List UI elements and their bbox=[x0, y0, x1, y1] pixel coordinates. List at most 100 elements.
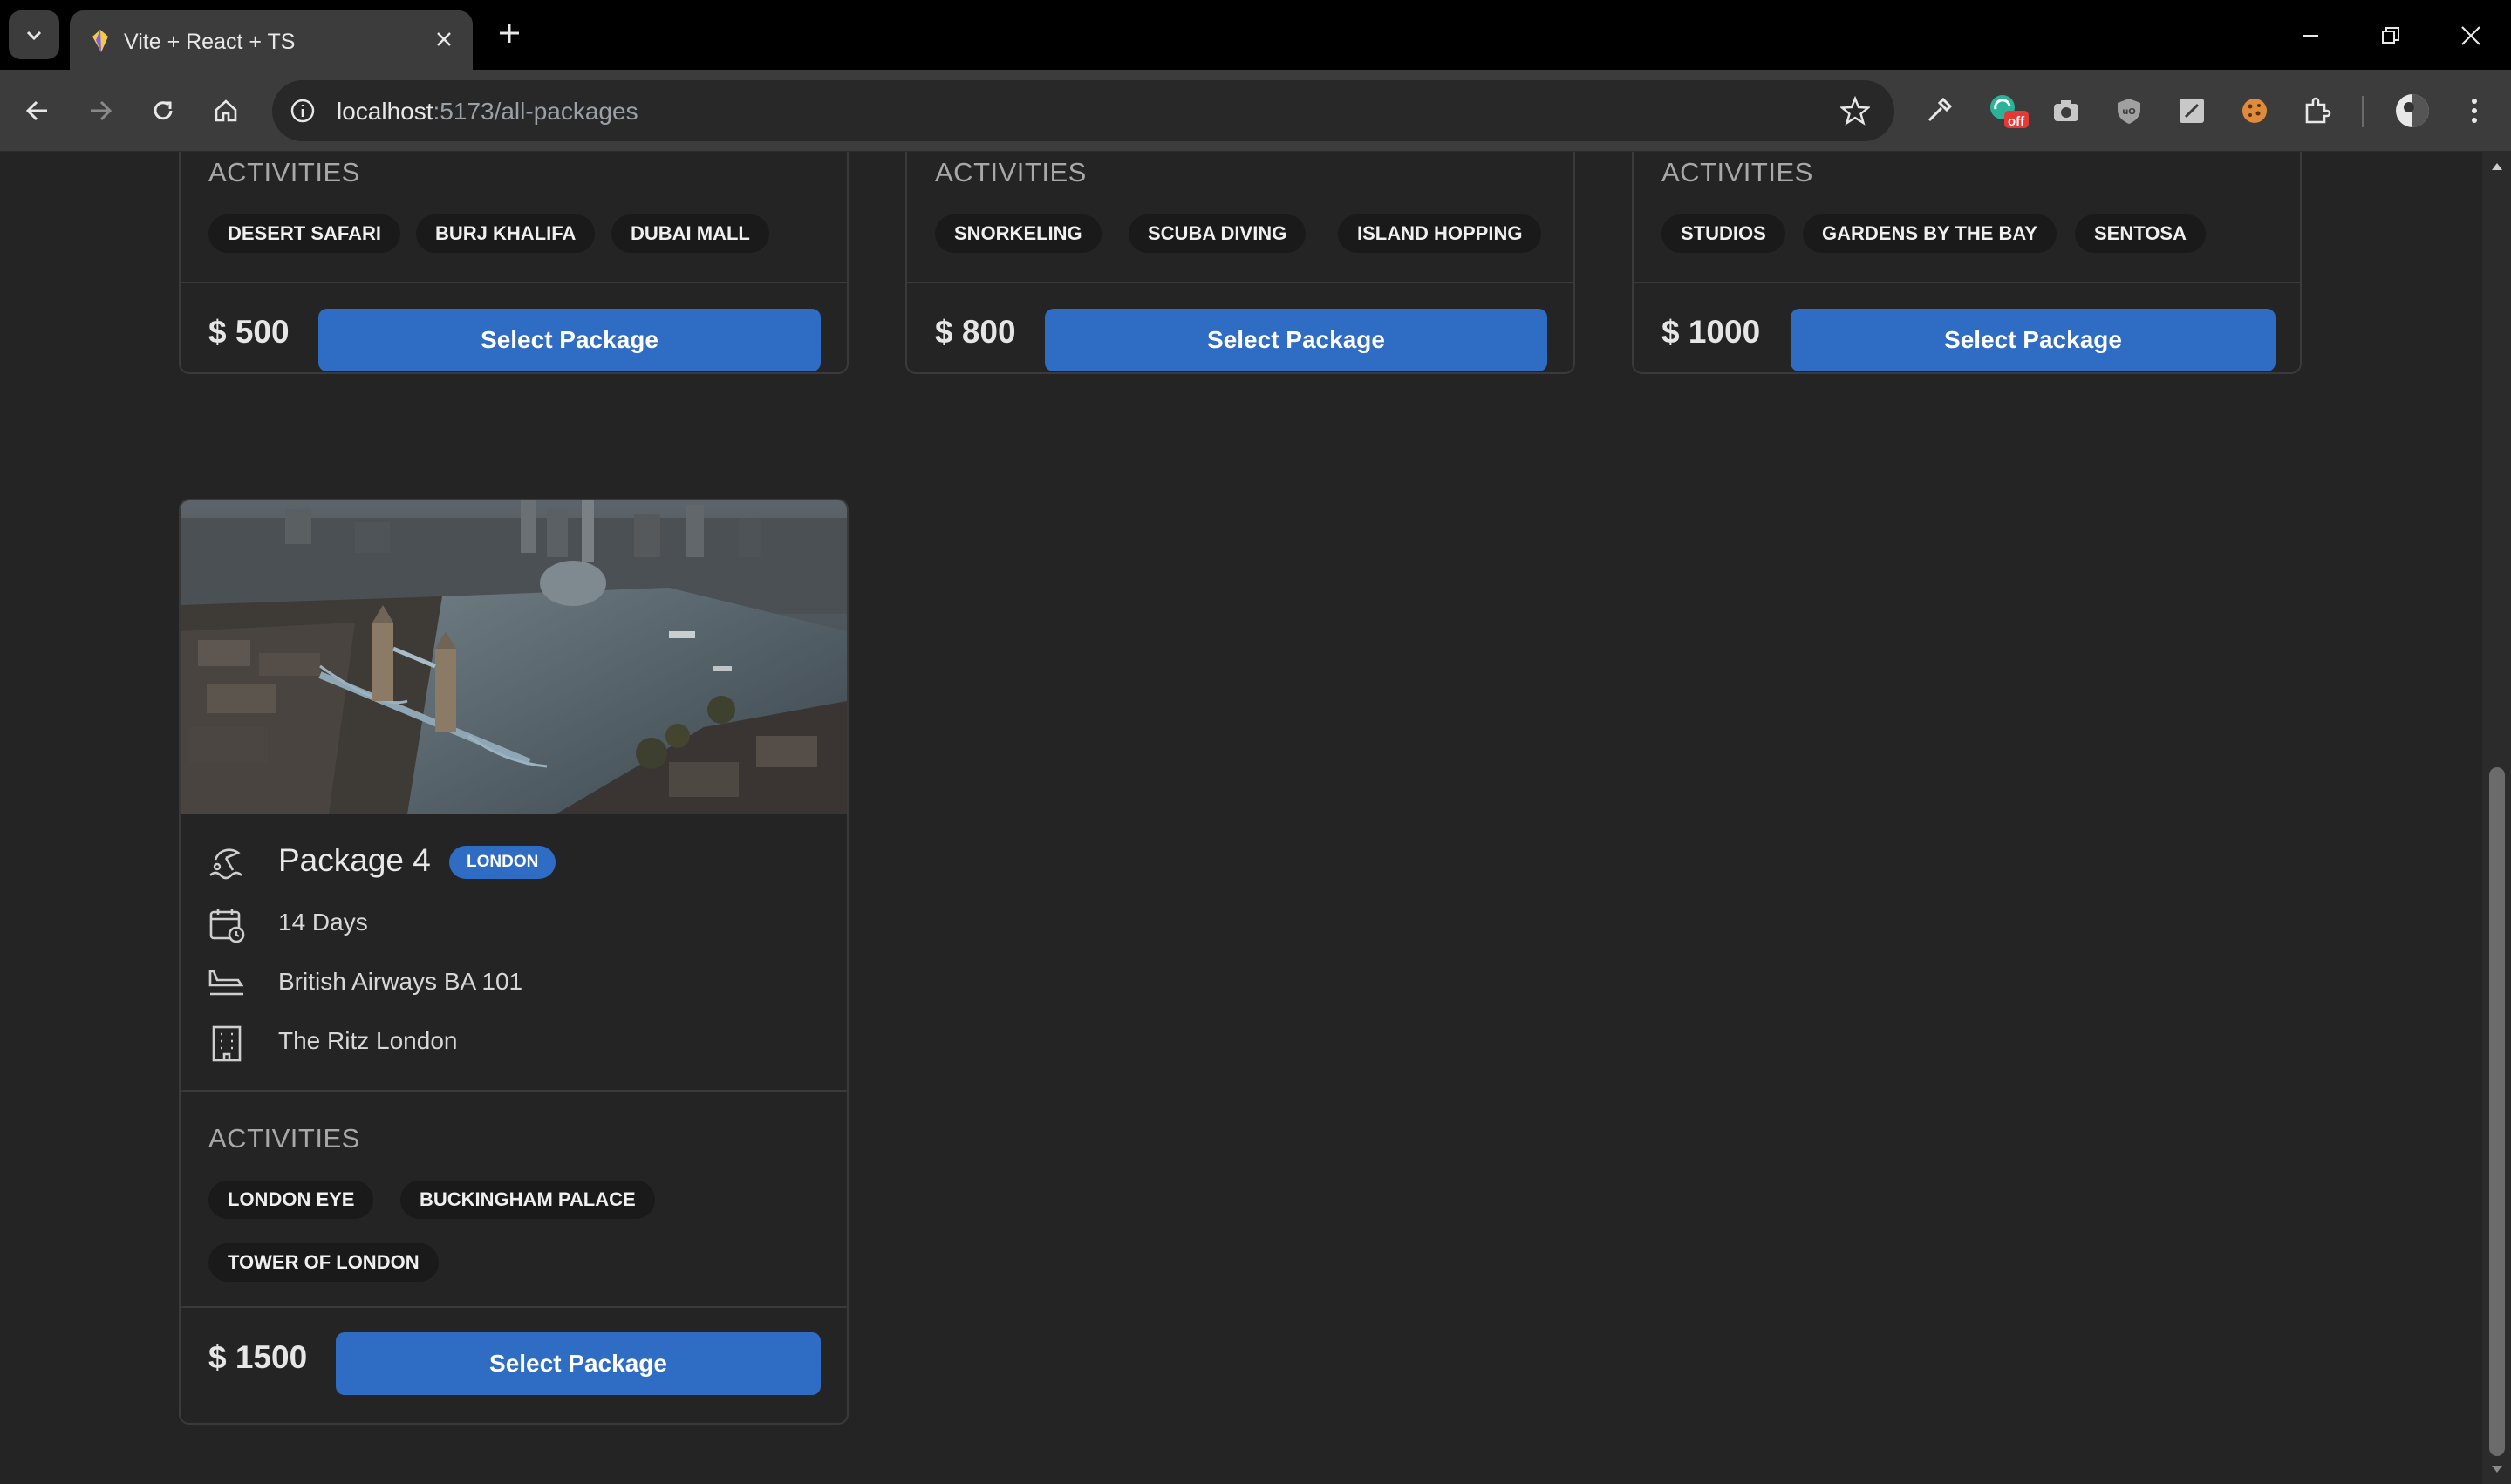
minimize-button[interactable] bbox=[2290, 16, 2330, 56]
avatar bbox=[2396, 94, 2429, 127]
tab-close-button[interactable] bbox=[431, 26, 457, 52]
notes-extension[interactable] bbox=[2175, 94, 2208, 127]
select-package-button[interactable]: Select Package bbox=[1045, 309, 1547, 371]
activity-chip: SCUBA DIVING bbox=[1129, 214, 1307, 253]
browser-toolbar: localhost:5173/all-packages off uO bbox=[0, 70, 2511, 152]
package-card-3: ACTIVITIES STUDIOS GARDENS BY THE BAY SE… bbox=[1632, 152, 2302, 374]
new-tab-button[interactable] bbox=[494, 17, 525, 49]
scroll-down-icon[interactable] bbox=[2489, 1461, 2505, 1477]
hotel-row bbox=[207, 1024, 247, 1064]
refresh-extension[interactable]: off bbox=[1987, 94, 2029, 129]
reload-button[interactable] bbox=[143, 91, 183, 131]
extension-badge: off bbox=[2008, 114, 2025, 129]
close-window-button[interactable] bbox=[2451, 16, 2491, 56]
activity-chip: DESERT SAFARI bbox=[208, 214, 401, 253]
activities-heading: ACTIVITIES bbox=[208, 157, 360, 187]
browser-menu-button[interactable] bbox=[2458, 94, 2491, 127]
ublock-extension[interactable]: uO bbox=[2112, 94, 2146, 127]
more-vertical-icon bbox=[2472, 99, 2477, 123]
arrow-right-icon bbox=[91, 100, 113, 121]
home-icon bbox=[215, 99, 237, 122]
notes-icon bbox=[2180, 99, 2204, 123]
destination-badge: LONDON bbox=[449, 846, 556, 879]
duration-row bbox=[207, 905, 247, 945]
tab-search-button[interactable] bbox=[9, 10, 59, 59]
scrollbar-thumb[interactable] bbox=[2489, 767, 2505, 1456]
url-text[interactable]: localhost:5173/all-packages bbox=[337, 98, 638, 126]
tab-title: Vite + React + TS bbox=[124, 30, 296, 54]
package-photo bbox=[181, 500, 847, 814]
close-icon bbox=[437, 32, 451, 46]
activities-heading: ACTIVITIES bbox=[1661, 157, 1813, 187]
package-card-2: ACTIVITIES SNORKELING SCUBA DIVING ISLAN… bbox=[905, 152, 1575, 374]
address-bar[interactable]: localhost:5173/all-packages bbox=[272, 80, 1894, 141]
london-tower-bridge-image bbox=[181, 500, 847, 814]
activity-chip: LONDON EYE bbox=[208, 1181, 374, 1219]
activity-chip: BURJ KHALIFA bbox=[416, 214, 596, 253]
select-package-button[interactable]: Select Package bbox=[318, 309, 821, 371]
profile-button[interactable] bbox=[2393, 92, 2432, 130]
activity-chip: BUCKINGHAM PALACE bbox=[400, 1181, 655, 1219]
package-price: $ 1000 bbox=[1661, 314, 1761, 350]
package-title: Package 4 bbox=[278, 842, 431, 878]
star-icon[interactable] bbox=[1840, 96, 1870, 126]
back-button[interactable] bbox=[17, 91, 58, 131]
card-divider bbox=[181, 1306, 847, 1308]
puzzle-icon bbox=[2305, 97, 2331, 124]
activities-heading: ACTIVITIES bbox=[208, 1123, 360, 1154]
toolbar-divider bbox=[2362, 96, 2364, 127]
minimize-icon bbox=[2303, 35, 2318, 37]
activity-chip: ISLAND HOPPING bbox=[1338, 214, 1542, 253]
activity-chip: SENTOSA bbox=[2075, 214, 2206, 253]
scroll-up-icon[interactable] bbox=[2489, 159, 2505, 174]
eyedropper-extension[interactable] bbox=[1922, 94, 1955, 127]
camera-icon bbox=[2054, 100, 2078, 121]
card-divider bbox=[181, 282, 847, 283]
activity-chip: GARDENS BY THE BAY bbox=[1803, 214, 2057, 253]
extensions-menu-button[interactable] bbox=[2301, 94, 2334, 127]
activity-chip: TOWER OF LONDON bbox=[208, 1243, 439, 1282]
page-scrollbar[interactable] bbox=[2482, 152, 2511, 1484]
tab-strip: Vite + React + TS bbox=[0, 0, 2511, 70]
card-divider bbox=[1634, 282, 2300, 283]
page-content: ACTIVITIES DESERT SAFARI BURJ KHALIFA DU… bbox=[0, 152, 2482, 1484]
reload-icon bbox=[154, 101, 173, 120]
home-button[interactable] bbox=[206, 91, 246, 131]
restore-button[interactable] bbox=[2371, 16, 2411, 56]
info-icon[interactable] bbox=[290, 98, 316, 124]
building-icon bbox=[212, 1025, 242, 1062]
activities-heading: ACTIVITIES bbox=[935, 157, 1087, 187]
chevron-down-icon bbox=[26, 31, 42, 41]
activity-chip: SNORKELING bbox=[935, 214, 1102, 253]
close-icon bbox=[2461, 26, 2480, 45]
url-path: :5173/all-packages bbox=[433, 98, 638, 125]
package-card-1: ACTIVITIES DESERT SAFARI BURJ KHALIFA DU… bbox=[179, 152, 849, 374]
hotel-text: The Ritz London bbox=[278, 1027, 458, 1054]
select-package-button[interactable]: Select Package bbox=[336, 1332, 821, 1395]
cookie-extension[interactable] bbox=[2238, 94, 2271, 127]
flight-text: British Airways BA 101 bbox=[278, 968, 523, 995]
package-price: $ 800 bbox=[935, 314, 1016, 350]
cookie-icon bbox=[2242, 99, 2267, 123]
active-tab[interactable]: Vite + React + TS bbox=[70, 10, 473, 70]
activity-chip: STUDIOS bbox=[1661, 214, 1785, 253]
vite-favicon-icon bbox=[92, 30, 108, 52]
package-title-row bbox=[207, 841, 247, 881]
eyedropper-icon bbox=[1928, 97, 1953, 122]
card-divider bbox=[181, 1090, 847, 1092]
duration-text: 14 Days bbox=[278, 909, 368, 936]
svg-text:uO: uO bbox=[2122, 107, 2136, 117]
card-divider bbox=[907, 282, 1573, 283]
shield-icon: uO bbox=[2118, 99, 2140, 124]
package-price: $ 500 bbox=[208, 314, 290, 350]
activity-chip: DUBAI MALL bbox=[611, 214, 769, 253]
package-price: $ 1500 bbox=[208, 1339, 308, 1375]
forward-button[interactable] bbox=[80, 91, 120, 131]
plus-icon bbox=[500, 24, 519, 43]
flight-row bbox=[207, 964, 247, 1004]
arrow-left-icon bbox=[25, 100, 47, 121]
select-package-button[interactable]: Select Package bbox=[1791, 309, 2276, 371]
calendar-clock-icon bbox=[209, 909, 245, 943]
restore-icon bbox=[2382, 27, 2399, 44]
camera-extension[interactable] bbox=[2050, 94, 2083, 127]
